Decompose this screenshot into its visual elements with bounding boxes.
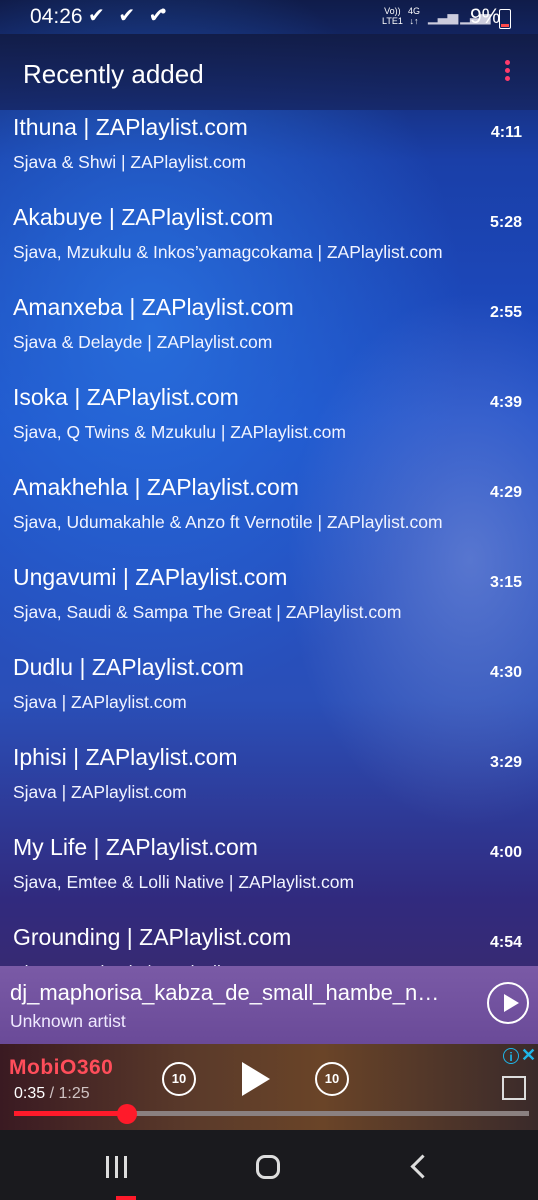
ad-play-icon[interactable] xyxy=(242,1062,270,1096)
video-ad-banner[interactable]: MobiO360 0:35 / 1:25 10 10 i ✕ xyxy=(0,1044,538,1130)
track-row[interactable]: Amakhehla | ZAPlaylist.com Sjava, Udumaka… xyxy=(0,474,538,564)
track-duration: 5:28 xyxy=(489,214,522,231)
track-row[interactable]: Amanxeba | ZAPlaylist.com Sjava & Delayde… xyxy=(0,294,538,384)
track-row[interactable]: My Life | ZAPlaylist.com Sjava, Emtee & L… xyxy=(0,834,538,924)
track-title: Ungavumi | ZAPlaylist.com xyxy=(13,564,288,590)
network-4g-icon: 4G ↓↑ xyxy=(408,6,420,26)
ad-progress-bar[interactable] xyxy=(14,1104,529,1124)
track-artist: Sjava | ZAPlaylist.com xyxy=(13,782,187,802)
track-title: Amanxeba | ZAPlaylist.com xyxy=(13,294,294,320)
track-duration: 4:00 xyxy=(489,844,522,861)
status-time: 04:26 xyxy=(30,5,83,28)
track-duration: 3:15 xyxy=(489,574,522,591)
track-artist: Sjava, Udumakahle & Anzo ft Vernotile | … xyxy=(13,512,443,532)
forward-10-icon[interactable]: 10 xyxy=(315,1062,349,1096)
track-artist: Sjava, Saudi & Sampa The Great | ZAPlayl… xyxy=(13,602,402,622)
ad-progress-knob[interactable] xyxy=(117,1104,138,1124)
track-artist: Sjava & Delayde | ZAPlaylist.com xyxy=(13,332,273,352)
track-row[interactable]: Dudlu | ZAPlaylist.com Sjava | ZAPlaylist… xyxy=(0,654,538,744)
track-row[interactable]: Grounding | ZAPlaylist.comSjava & Delayd… xyxy=(0,924,538,966)
track-artist: Sjava | ZAPlaylist.com xyxy=(13,692,187,712)
battery-percent: 9% xyxy=(470,5,501,28)
track-title: Isoka | ZAPlaylist.com xyxy=(13,384,239,410)
network-gen-label: 4G xyxy=(408,6,421,16)
track-artist: Sjava, Emtee & Lolli Native | ZAPlaylist… xyxy=(13,872,355,892)
track-duration: 4:30 xyxy=(489,664,522,681)
track-row[interactable]: Ithuna | ZAPlaylist.com Sjava & Shwi | ZA… xyxy=(0,114,538,204)
track-title: Amakhehla | ZAPlaylist.com xyxy=(13,474,299,500)
lte-label: LTE1 xyxy=(382,16,403,26)
rewind-10-icon[interactable]: 10 xyxy=(162,1062,196,1096)
track-title: Dudlu | ZAPlaylist.com xyxy=(13,654,244,680)
ad-brand-logo: MobiO360 xyxy=(9,1056,114,1079)
track-title: My Life | ZAPlaylist.com xyxy=(13,834,258,860)
track-row[interactable]: Isoka | ZAPlaylist.com Sjava, Q Twins & M… xyxy=(0,384,538,474)
track-title: Ithuna | ZAPlaylist.com xyxy=(13,114,248,140)
more-vert-icon[interactable] xyxy=(500,60,514,88)
notification-dot-icon: • xyxy=(160,1,167,21)
recents-icon[interactable] xyxy=(106,1156,130,1178)
ad-timecode: 0:35 / 1:25 xyxy=(14,1085,90,1102)
ad-indicator-pill xyxy=(116,1196,136,1200)
fullscreen-icon[interactable] xyxy=(502,1076,526,1100)
volte-label: Vo)) xyxy=(384,6,401,16)
track-title: Akabuye | ZAPlaylist.com xyxy=(13,204,274,230)
play-circle-icon[interactable] xyxy=(487,982,529,1024)
page-title: Recently added xyxy=(23,59,204,89)
notification-check-icons: ✔ ✔ ✔ xyxy=(88,5,170,27)
track-row[interactable]: Iphisi | ZAPlaylist.com Sjava | ZAPlaylis… xyxy=(0,744,538,834)
track-list: Ithuna | ZAPlaylist.com Sjava & Shwi | ZA… xyxy=(0,110,538,966)
volte-icon: Vo)) LTE1 xyxy=(382,6,403,26)
track-artist: Sjava & Shwi | ZAPlaylist.com xyxy=(13,152,247,172)
now-playing-artist: Unknown artist xyxy=(10,1011,126,1031)
now-playing-title: dj_maphorisa_kabza_de_small_hambe_nabo xyxy=(10,980,450,1005)
track-duration: 4:39 xyxy=(489,394,522,411)
system-nav-bar xyxy=(0,1130,538,1200)
track-duration: 4:54 xyxy=(489,934,522,951)
ad-info-icon[interactable]: i xyxy=(503,1048,519,1064)
battery-icon xyxy=(499,9,511,29)
ad-progress-fill xyxy=(14,1111,128,1116)
track-row[interactable]: Akabuye | ZAPlaylist.com Sjava, Mzukulu &… xyxy=(0,204,538,294)
ad-close-icon[interactable]: ✕ xyxy=(521,1045,536,1066)
track-title: Iphisi | ZAPlaylist.com xyxy=(13,744,238,770)
track-artist: Sjava, Mzukulu & Inkos’yamagcokama | ZAP… xyxy=(13,242,443,262)
back-icon[interactable] xyxy=(410,1154,435,1179)
home-icon[interactable] xyxy=(256,1155,280,1179)
track-duration: 4:11 xyxy=(490,124,522,141)
track-duration: 4:29 xyxy=(489,484,522,501)
mini-player[interactable]: dj_maphorisa_kabza_de_small_hambe_nabo U… xyxy=(0,966,538,1044)
track-artist: Sjava, Q Twins & Mzukulu | ZAPlaylist.co… xyxy=(13,422,346,442)
status-bar: 04:26 ✔ ✔ ✔ • Vo)) LTE1 4G ↓↑ ▁▃▅ ▁▃▅ 9% xyxy=(0,0,538,34)
ad-total-time: 1:25 xyxy=(58,1085,90,1102)
app-header: Recently added xyxy=(0,34,538,110)
data-arrows: ↓↑ xyxy=(409,16,419,26)
track-row[interactable]: Ungavumi | ZAPlaylist.com Sjava, Saudi & … xyxy=(0,564,538,654)
track-duration: 2:55 xyxy=(489,304,522,321)
track-title: Grounding | ZAPlaylist.com xyxy=(13,924,292,950)
track-duration: 3:29 xyxy=(489,754,522,771)
ad-current-time: 0:35 xyxy=(14,1085,46,1102)
